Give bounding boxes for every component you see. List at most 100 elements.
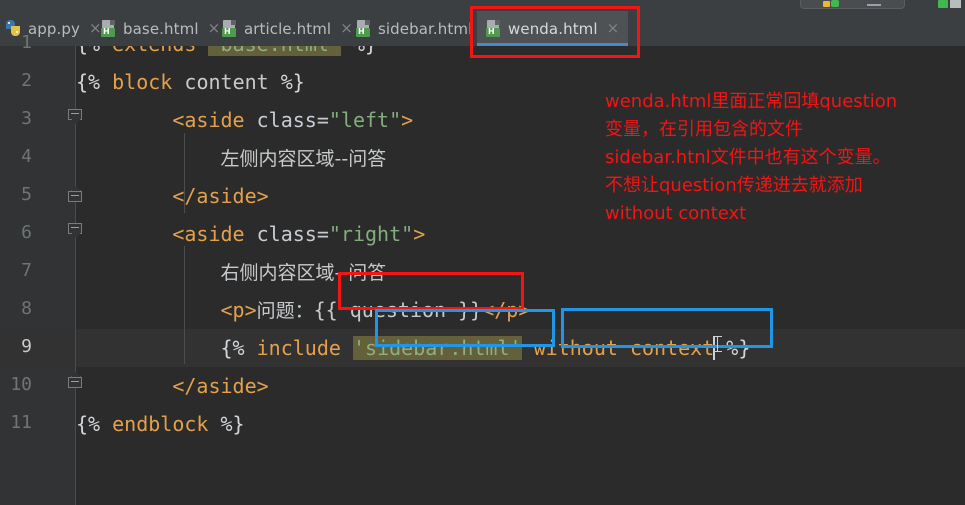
warning-dot-icon xyxy=(823,1,830,7)
run-dot-icon xyxy=(831,0,839,7)
gutter-line: 4 xyxy=(0,139,75,177)
code-token: > xyxy=(413,222,426,246)
gutter-line: 10 xyxy=(0,367,75,405)
gutter-line: 6 xyxy=(0,215,75,253)
gutter-line: 1 xyxy=(0,25,75,63)
indent-guide xyxy=(184,133,185,213)
tab-article-html[interactable]: H article.html × xyxy=(222,11,353,46)
tab-label: article.html xyxy=(244,19,332,38)
tab-label: base.html xyxy=(123,19,199,38)
code-token: without context xyxy=(533,336,715,360)
code-token: <p> xyxy=(220,298,257,322)
gutter-line: 2 xyxy=(0,63,75,101)
status-green-icon xyxy=(938,0,948,8)
line-number: 3 xyxy=(21,108,32,129)
code-token: <aside xyxy=(172,108,245,132)
code-token: block xyxy=(112,70,173,94)
code-line[interactable]: <p>问题：{{ question }}</p> xyxy=(76,291,965,329)
code-token: {% xyxy=(76,46,100,56)
code-token: %} xyxy=(726,336,751,360)
line-number: 8 xyxy=(21,298,32,319)
tab-label: wenda.html xyxy=(508,19,598,38)
tab-sidebar-html[interactable]: H sidebar.html × xyxy=(356,11,494,46)
code-token: > xyxy=(401,108,414,132)
tab-base-html[interactable]: H base.html × xyxy=(101,11,220,46)
code-token: endblock xyxy=(112,412,209,436)
code-token: class xyxy=(256,222,317,246)
html-file-icon: H xyxy=(486,20,501,37)
line-number: 9 xyxy=(21,336,32,357)
run-widget[interactable] xyxy=(800,0,905,9)
line-number: 5 xyxy=(21,184,32,205)
close-icon[interactable]: × xyxy=(208,21,221,36)
close-icon[interactable]: × xyxy=(89,21,102,36)
gutter-line: 8 xyxy=(0,291,75,329)
line-number: 2 xyxy=(21,70,32,91)
ide-window: app.py × H base.html × H article.html × … xyxy=(0,0,965,505)
code-line[interactable]: {% extends 'base.html' %} xyxy=(76,46,965,63)
line-number: 7 xyxy=(21,260,32,281)
code-token: "left" xyxy=(328,108,402,132)
status-gray-icon xyxy=(950,0,961,8)
code-token: content xyxy=(184,70,269,94)
code-line[interactable]: {% endblock %} xyxy=(76,405,965,443)
line-number: 4 xyxy=(21,146,32,167)
toolbar-sliver xyxy=(0,0,965,11)
code-token: 右侧内容区域--问答 xyxy=(220,262,387,284)
code-line[interactable]: {% include 'sidebar.html' without contex… xyxy=(76,329,965,367)
code-token: 'sidebar.html' xyxy=(352,336,522,360)
code-token: 问题： xyxy=(256,300,314,322)
code-line[interactable]: 右侧内容区域--问答 xyxy=(76,253,965,291)
html-file-icon: H xyxy=(222,20,237,37)
gutter-line: 3 xyxy=(0,101,75,139)
gutter-line: 7 xyxy=(0,253,75,291)
code-token: %} xyxy=(220,412,245,436)
code-token: include xyxy=(256,336,341,360)
line-number-gutter: 1 2 3 4 5 6 7 8 9 10 11 xyxy=(0,32,75,505)
code-token: %} xyxy=(353,46,377,56)
code-token: "right" xyxy=(328,222,414,246)
code-token: {% xyxy=(220,336,245,360)
html-file-icon: H xyxy=(356,20,371,37)
code-token: {% xyxy=(76,412,101,436)
tab-wenda-html[interactable]: H wenda.html × xyxy=(477,11,628,46)
code-token: </p> xyxy=(482,298,531,322)
code-token: %} xyxy=(280,70,305,94)
close-icon[interactable]: × xyxy=(607,21,620,36)
html-file-icon: H xyxy=(101,20,116,37)
annotation-note: wenda.html里面正常回填question 变量，在引用包含的文件 sid… xyxy=(605,91,898,224)
code-token: </aside> xyxy=(172,184,269,208)
line-number: 6 xyxy=(21,222,32,243)
gutter-line: 11 xyxy=(0,405,75,443)
code-token: = xyxy=(316,222,329,246)
indent-guide xyxy=(184,246,185,364)
widget-dash-icon xyxy=(867,4,881,6)
code-token: <aside xyxy=(172,222,245,246)
code-token: extends xyxy=(112,46,196,56)
code-line[interactable]: </aside> xyxy=(76,367,965,405)
code-token: 左侧内容区域--问答 xyxy=(220,148,387,170)
line-number: 11 xyxy=(10,412,32,433)
code-token: {{ question }} xyxy=(313,298,483,322)
close-icon[interactable]: × xyxy=(340,21,353,36)
gutter-line: 9 xyxy=(0,329,75,367)
mouse-cursor-ibeam xyxy=(713,336,722,352)
code-token: class xyxy=(256,108,317,132)
